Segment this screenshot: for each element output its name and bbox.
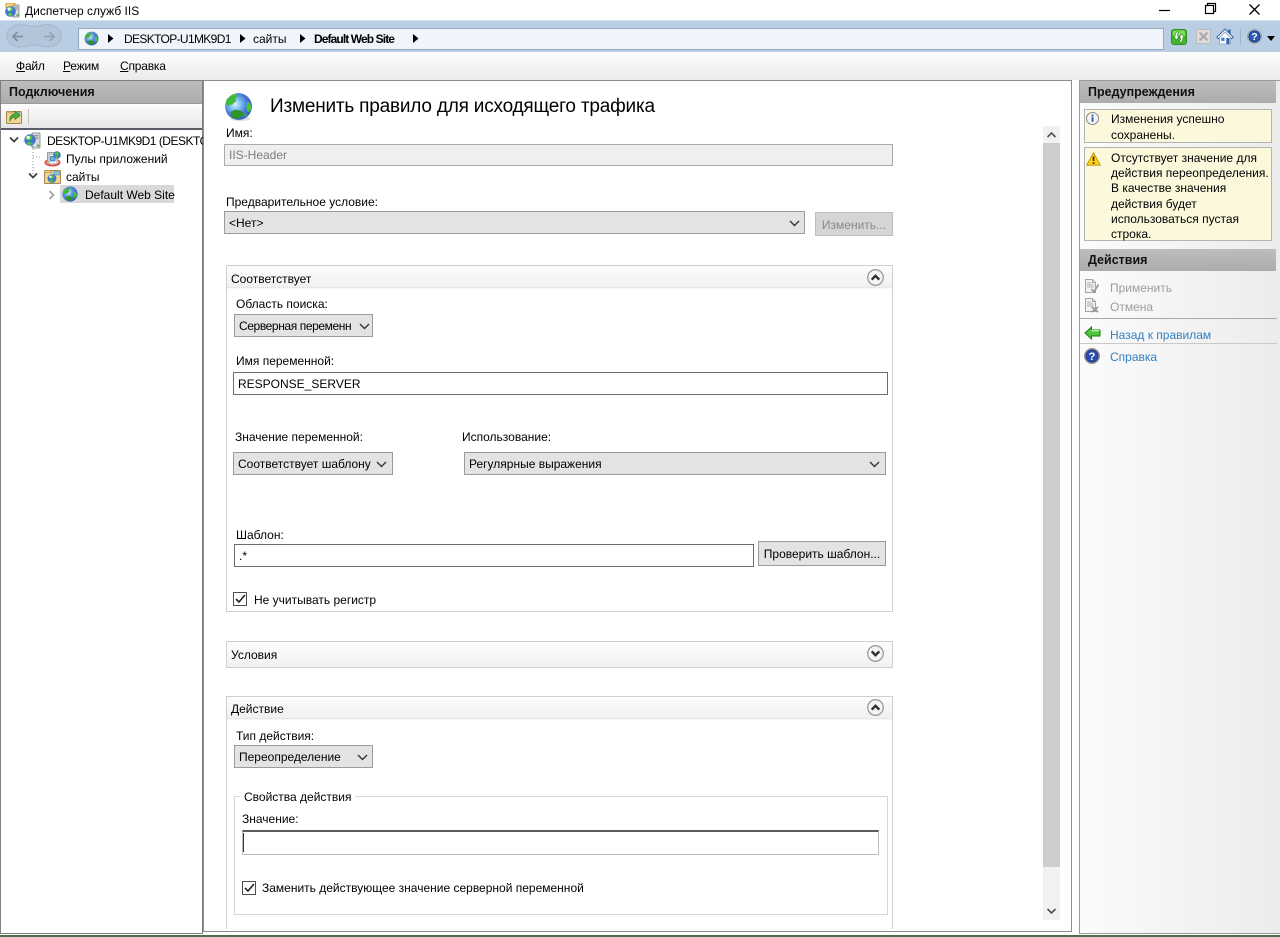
svg-text:?: ? <box>1089 351 1096 363</box>
svg-text:?: ? <box>1251 31 1257 43</box>
